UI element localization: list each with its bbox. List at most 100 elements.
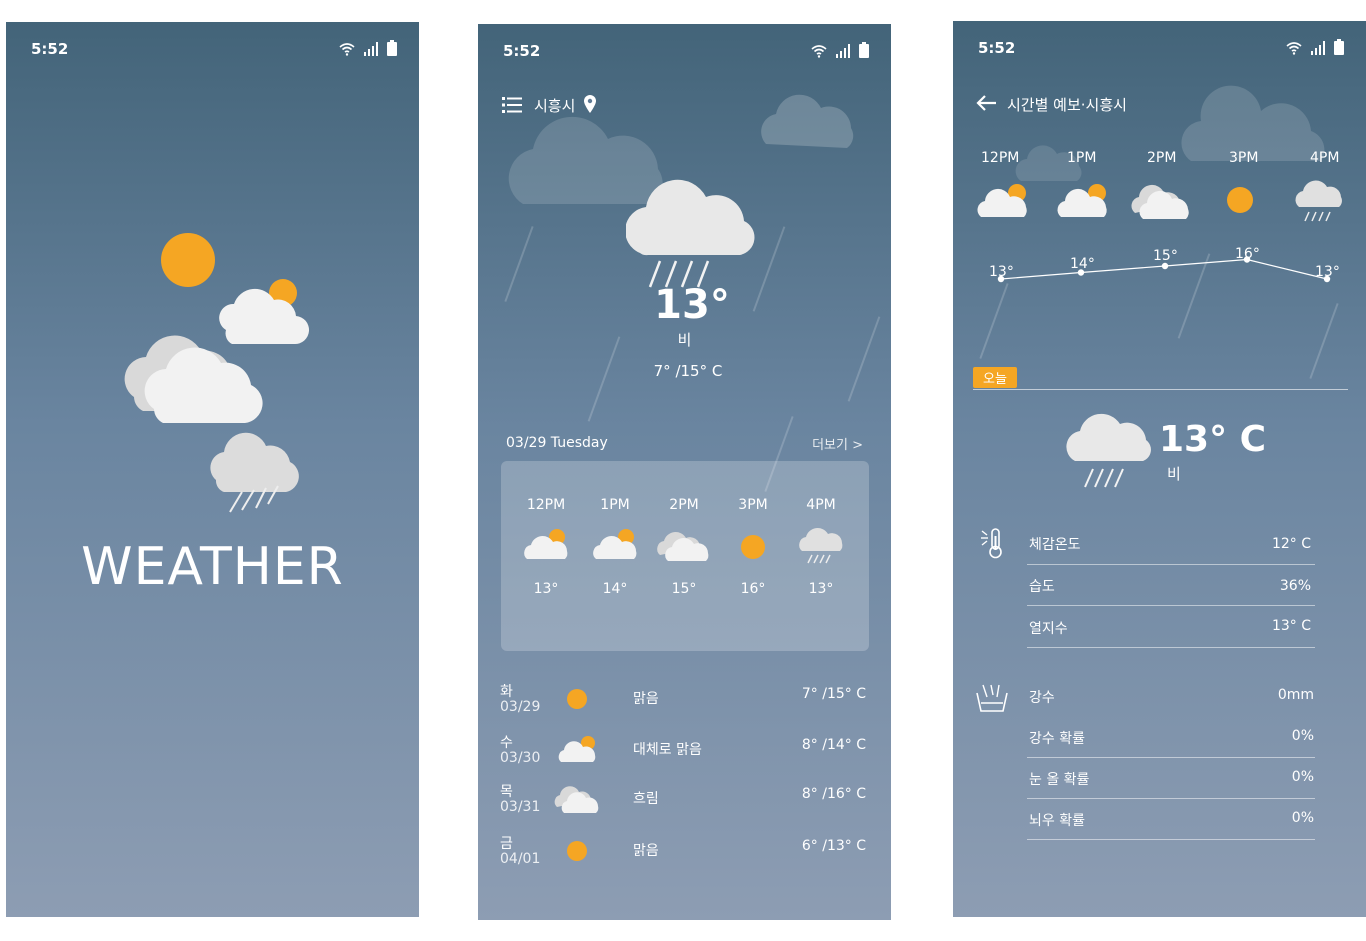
day-temps: 8° /16° C	[801, 786, 866, 802]
day-date: 03/29	[500, 699, 541, 715]
day-temps: 8° /14° C	[801, 737, 866, 753]
signal-icon	[836, 44, 850, 58]
daily-row[interactable]: 수 03/30 대체로 맑음 8° /14° C	[500, 732, 870, 787]
location-label[interactable]: 시흥시	[534, 95, 575, 116]
wifi-icon	[1286, 42, 1302, 55]
precip-value: 0mm	[1277, 687, 1314, 703]
detail-label: 열지수	[1029, 621, 1068, 637]
thermometer-icon	[981, 528, 1002, 559]
divider	[1027, 605, 1315, 606]
precipitation-icon	[976, 684, 1008, 712]
partly-cloudy-icon	[1057, 184, 1107, 217]
date-label: 03/29 Tuesday	[506, 435, 608, 451]
detail-value: 12° C	[1271, 536, 1311, 552]
today-badge: 오늘	[973, 367, 1017, 388]
day-desc: 대체로 맑음	[633, 742, 702, 758]
battery-icon	[1334, 39, 1344, 55]
day-name: 금	[500, 836, 513, 852]
precip-value: 0%	[1291, 769, 1314, 785]
hour-label: 3PM	[1229, 150, 1259, 166]
main-screen: 5:52 시흥시 13° 비 7° /15° C 03/29 Tuesday 더…	[478, 24, 891, 920]
hour-temp: 16°	[1235, 246, 1260, 262]
divider	[1027, 839, 1315, 840]
wifi-icon	[339, 43, 355, 56]
signal-icon	[1311, 41, 1325, 55]
app-title: WEATHER	[81, 537, 344, 597]
status-time: 5:52	[978, 39, 1016, 57]
day-desc: 흐림	[633, 791, 659, 807]
detail-value: 13° C	[1271, 618, 1311, 634]
hour-temp: 15°	[1153, 248, 1178, 264]
hour-temp: 16°	[740, 581, 766, 597]
rain-icon	[1295, 180, 1342, 222]
status-time: 5:52	[503, 42, 541, 60]
current-condition: 비	[1167, 465, 1181, 483]
day-date: 04/01	[500, 851, 541, 867]
hour-label: 1PM	[600, 497, 630, 513]
day-name: 화	[500, 684, 513, 700]
day-date: 03/30	[500, 750, 541, 766]
sun-icon	[741, 535, 765, 559]
hourly-forecast-card: 12PM 13° 1PM 14° 2PM 15° 3PM 16° 4PM 13°	[501, 461, 869, 651]
divider	[1027, 757, 1315, 758]
hamburger-menu-icon	[502, 97, 522, 113]
day-temps: 7° /15° C	[801, 686, 866, 702]
partly-cloudy-icon	[593, 529, 637, 559]
hour-temp: 15°	[671, 581, 697, 597]
hourly-item: 1PM 14°	[585, 497, 645, 597]
precip-label: 강수 확률	[1029, 731, 1085, 747]
precip-value: 0%	[1291, 728, 1314, 744]
hourly-item: 2PM 15°	[654, 497, 714, 597]
menu-button[interactable]	[502, 96, 522, 118]
divider	[1027, 798, 1315, 799]
hourly-detail-screen: 5:52 시간별 예보·시흥시 12PM 1PM 2PM 3PM 4PM 13°…	[953, 21, 1366, 917]
page-title: 시간별 예보·시흥시	[1007, 96, 1127, 114]
sun-icon	[567, 841, 587, 861]
hour-temp: 14°	[602, 581, 628, 597]
status-icons	[1286, 39, 1344, 55]
hour-temp: 14°	[1070, 256, 1095, 272]
splash-weather-illustration	[124, 233, 310, 513]
daily-row[interactable]: 목 03/31 흐림 8° /16° C	[500, 781, 870, 836]
hour-temp: 13°	[989, 264, 1014, 280]
hour-label: 12PM	[981, 150, 1020, 166]
divider	[1027, 647, 1315, 648]
current-temp: 13°	[654, 282, 730, 328]
detail-value: 36%	[1279, 578, 1311, 594]
battery-icon	[859, 42, 869, 58]
precip-label: 뇌우 확률	[1029, 813, 1085, 829]
rain-cloud-icon	[1066, 413, 1151, 488]
daily-row[interactable]: 금 04/01 맑음 6° /13° C	[500, 833, 870, 888]
more-link[interactable]: 더보기 >	[812, 434, 863, 453]
rain-icon	[799, 528, 843, 564]
location-pin-icon[interactable]	[584, 95, 596, 113]
hour-label: 2PM	[1147, 150, 1177, 166]
sun-icon	[567, 689, 587, 709]
status-icons	[339, 40, 397, 56]
sun-icon	[1227, 187, 1253, 213]
precip-value: 0%	[1291, 810, 1314, 826]
status-time: 5:52	[31, 40, 69, 58]
hour-label: 1PM	[1067, 150, 1097, 166]
low-high-temp: 7° /15° C	[653, 362, 723, 380]
hourly-item: 12PM 13°	[516, 497, 576, 597]
hourly-item: 3PM 16°	[723, 497, 783, 597]
back-arrow-icon	[976, 95, 996, 111]
hour-label: 2PM	[669, 497, 699, 513]
precip-label: 눈 올 확률	[1029, 772, 1090, 788]
hourly-item: 4PM 13°	[791, 497, 851, 597]
battery-icon	[387, 40, 397, 56]
daily-row[interactable]: 화 03/29 맑음 7° /15° C	[500, 681, 870, 736]
day-temps: 6° /13° C	[801, 838, 866, 854]
hour-label: 3PM	[738, 497, 768, 513]
day-desc: 맑음	[633, 691, 659, 707]
hour-temp: 13°	[808, 581, 834, 597]
signal-icon	[364, 42, 378, 56]
detail-label: 체감온도	[1029, 537, 1081, 553]
current-condition: 비	[677, 331, 692, 349]
back-button[interactable]	[975, 94, 997, 116]
temperature-line-chart	[997, 256, 1331, 283]
hour-temp: 13°	[1315, 264, 1340, 280]
current-temp: 13° C	[1159, 419, 1267, 460]
cloudy-icon	[657, 532, 709, 561]
